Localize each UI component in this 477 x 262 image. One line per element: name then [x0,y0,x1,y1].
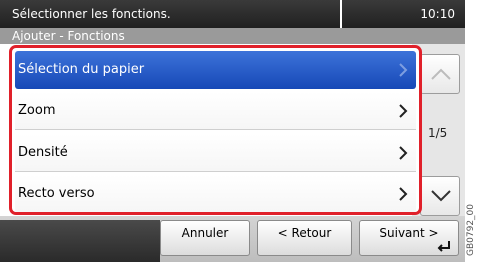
list-item-label: Sélection du papier [18,62,145,77]
list-item-label: Recto verso [18,186,95,201]
sub-header-title: Ajouter - Fonctions [12,29,125,43]
chevron-right-icon [399,104,408,118]
function-list: Sélection du papier Zoom Densité Recto v… [9,45,422,215]
list-item-densite[interactable]: Densité [15,134,416,172]
list-item-label: Densité [18,145,68,160]
list-item-recto-verso[interactable]: Recto verso [15,175,416,212]
list-item-selection-du-papier[interactable]: Sélection du papier [15,51,416,89]
chevron-down-icon [431,190,451,202]
page-indicator: 1/5 [428,126,448,140]
scroll-up-button[interactable] [420,54,460,94]
chevron-up-icon [431,68,451,80]
cancel-button[interactable]: Annuler [160,220,250,256]
enter-icon [437,241,450,252]
list-item-label: Zoom [18,103,56,118]
next-button-label: Suivant > [379,226,439,240]
chevron-right-icon [399,187,408,201]
chevron-right-icon [399,146,408,160]
clock: 10:10 [342,0,465,28]
screen: Sélectionner les fonctions. 10:10 Ajoute… [0,0,465,262]
side-code: GB0792_00 [466,203,476,256]
list-item-zoom[interactable]: Zoom [15,92,416,130]
sub-header: Ajouter - Fonctions [0,28,465,44]
next-button[interactable]: Suivant > [359,220,459,256]
title-bar: Sélectionner les fonctions. 10:10 [0,0,465,28]
back-button[interactable]: < Retour [257,220,352,256]
bottom-bar-left [0,220,160,262]
scroll-down-button[interactable] [420,176,460,216]
screen-title: Sélectionner les fonctions. [0,0,340,28]
chevron-right-icon [399,63,408,77]
